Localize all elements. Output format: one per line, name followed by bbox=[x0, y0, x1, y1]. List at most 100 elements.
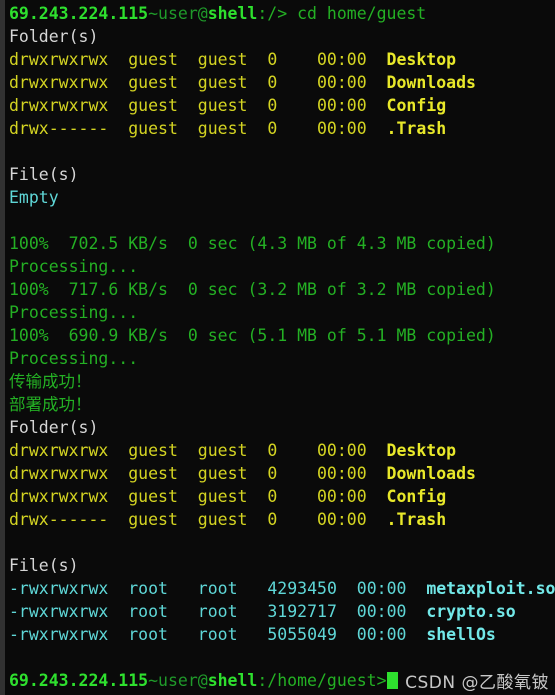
folder-row: drwxrwxrwx guest guest 0 00:00 Config bbox=[9, 485, 555, 508]
folder-size: 0 bbox=[267, 73, 278, 92]
folder-row: drwx------ guest guest 0 00:00 .Trash bbox=[9, 508, 555, 531]
folder-size: 0 bbox=[267, 96, 278, 115]
file-name[interactable]: shellOs bbox=[426, 625, 496, 644]
prompt-user: ~user@ bbox=[148, 4, 208, 23]
folder-owner: guest bbox=[128, 119, 178, 138]
terminal-window: 69.243.224.115~user@shell:/> cd home/gue… bbox=[0, 0, 555, 695]
folder-owner: guest bbox=[128, 73, 178, 92]
folder-owner: guest bbox=[128, 464, 178, 483]
transfer-eta: 0 sec bbox=[187, 326, 238, 345]
file-perms: -rwxrwxrwx bbox=[9, 579, 109, 598]
files-section-label: File(s) bbox=[9, 556, 79, 575]
folder-name[interactable]: Desktop bbox=[387, 50, 457, 69]
file-name[interactable]: metaxploit.so bbox=[426, 579, 555, 598]
file-size: 5055049 bbox=[267, 625, 337, 644]
transfer-speed: 717.6 KB/s bbox=[68, 280, 168, 299]
success-message-transfer: 传输成功！ bbox=[9, 372, 92, 391]
folder-time: 00:00 bbox=[317, 73, 367, 92]
files-section-label: File(s) bbox=[9, 165, 79, 184]
folder-name[interactable]: .Trash bbox=[387, 119, 447, 138]
file-group: root bbox=[197, 579, 238, 598]
prompt-shell: shell bbox=[207, 671, 258, 690]
file-owner: root bbox=[128, 602, 168, 621]
file-size: 3192717 bbox=[267, 602, 337, 621]
watermark: CSDN @乙酸氧铍 bbox=[405, 673, 549, 693]
folder-time: 00:00 bbox=[317, 487, 367, 506]
folder-time: 00:00 bbox=[317, 441, 367, 460]
folder-row: drwxrwxrwx guest guest 0 00:00 Downloads bbox=[9, 462, 555, 485]
transfer-detail: (4.3 MB of 4.3 MB copied) bbox=[247, 234, 496, 253]
prompt-host: 69.243.224.115 bbox=[9, 671, 149, 690]
folders-section-label: Folder(s) bbox=[9, 418, 99, 437]
folder-group: guest bbox=[197, 73, 248, 92]
empty-label: Empty bbox=[9, 188, 59, 207]
folder-size: 0 bbox=[267, 487, 278, 506]
text-cursor bbox=[386, 672, 398, 689]
file-perms: -rwxrwxrwx bbox=[9, 625, 109, 644]
file-time: 00:00 bbox=[356, 625, 407, 644]
folder-time: 00:00 bbox=[317, 510, 367, 529]
folder-name[interactable]: Config bbox=[387, 487, 447, 506]
transfer-progress-line: 100% 690.9 KB/s 0 sec (5.1 MB of 5.1 MB … bbox=[9, 324, 555, 347]
prompt-path: :/> bbox=[257, 4, 288, 23]
folder-name[interactable]: Desktop bbox=[387, 441, 457, 460]
transfer-progress: 100% bbox=[9, 234, 49, 253]
prompt-user: ~user@ bbox=[148, 671, 208, 690]
folder-group: guest bbox=[197, 464, 248, 483]
folder-group: guest bbox=[197, 510, 248, 529]
prompt-host: 69.243.224.115 bbox=[9, 4, 149, 23]
file-owner: root bbox=[128, 579, 168, 598]
file-row: -rwxrwxrwx root root 5055049 00:00 shell… bbox=[9, 623, 555, 646]
folder-size: 0 bbox=[267, 464, 278, 483]
file-group: root bbox=[197, 602, 238, 621]
file-name[interactable]: crypto.so bbox=[426, 602, 515, 621]
transfer-speed: 702.5 KB/s bbox=[68, 234, 168, 253]
file-row: -rwxrwxrwx root root 3192717 00:00 crypt… bbox=[9, 600, 555, 623]
transfer-status: Processing... bbox=[9, 257, 139, 276]
folder-size: 0 bbox=[267, 441, 278, 460]
folder-perms: drwxrwxrwx bbox=[9, 73, 109, 92]
folder-perms: drwxrwxrwx bbox=[9, 96, 109, 115]
folder-row: drwxrwxrwx guest guest 0 00:00 Config bbox=[9, 94, 555, 117]
transfer-detail: (3.2 MB of 3.2 MB copied) bbox=[247, 280, 496, 299]
folder-perms: drwxrwxrwx bbox=[9, 487, 109, 506]
folder-name[interactable]: .Trash bbox=[387, 510, 447, 529]
transfer-eta: 0 sec bbox=[187, 234, 238, 253]
file-time: 00:00 bbox=[356, 602, 407, 621]
transfer-speed: 690.9 KB/s bbox=[68, 326, 168, 345]
folder-time: 00:00 bbox=[317, 464, 367, 483]
folder-owner: guest bbox=[128, 487, 178, 506]
folder-owner: guest bbox=[128, 510, 178, 529]
transfer-progress: 100% bbox=[9, 326, 49, 345]
folder-row: drwxrwxrwx guest guest 0 00:00 Desktop bbox=[9, 439, 555, 462]
file-perms: -rwxrwxrwx bbox=[9, 602, 109, 621]
success-message-deploy: 部署成功！ bbox=[9, 395, 92, 414]
folder-name[interactable]: Downloads bbox=[387, 464, 476, 483]
folder-group: guest bbox=[197, 441, 248, 460]
folder-row: drwxrwxrwx guest guest 0 00:00 Desktop bbox=[9, 48, 555, 71]
folder-perms: drwxrwxrwx bbox=[9, 441, 109, 460]
folder-name[interactable]: Config bbox=[387, 96, 447, 115]
folder-owner: guest bbox=[128, 96, 178, 115]
folder-time: 00:00 bbox=[317, 119, 367, 138]
folder-perms: drwxrwxrwx bbox=[9, 50, 109, 69]
file-owner: root bbox=[128, 625, 168, 644]
file-size: 4293450 bbox=[267, 579, 337, 598]
folder-size: 0 bbox=[267, 510, 278, 529]
folder-name[interactable]: Downloads bbox=[387, 73, 476, 92]
transfer-eta: 0 sec bbox=[187, 280, 238, 299]
transfer-progress: 100% bbox=[9, 280, 49, 299]
command-text: cd home/guest bbox=[287, 4, 427, 23]
folder-time: 00:00 bbox=[317, 50, 367, 69]
folder-owner: guest bbox=[128, 441, 178, 460]
folder-perms: drwxrwxrwx bbox=[9, 464, 109, 483]
terminal-output-area[interactable]: 69.243.224.115~user@shell:/> cd home/gue… bbox=[5, 0, 555, 695]
folders-section-label: Folder(s) bbox=[9, 27, 99, 46]
transfer-status: Processing... bbox=[9, 303, 139, 322]
folder-group: guest bbox=[197, 50, 248, 69]
file-row: -rwxrwxrwx root root 4293450 00:00 metax… bbox=[9, 577, 555, 600]
folder-time: 00:00 bbox=[317, 96, 367, 115]
